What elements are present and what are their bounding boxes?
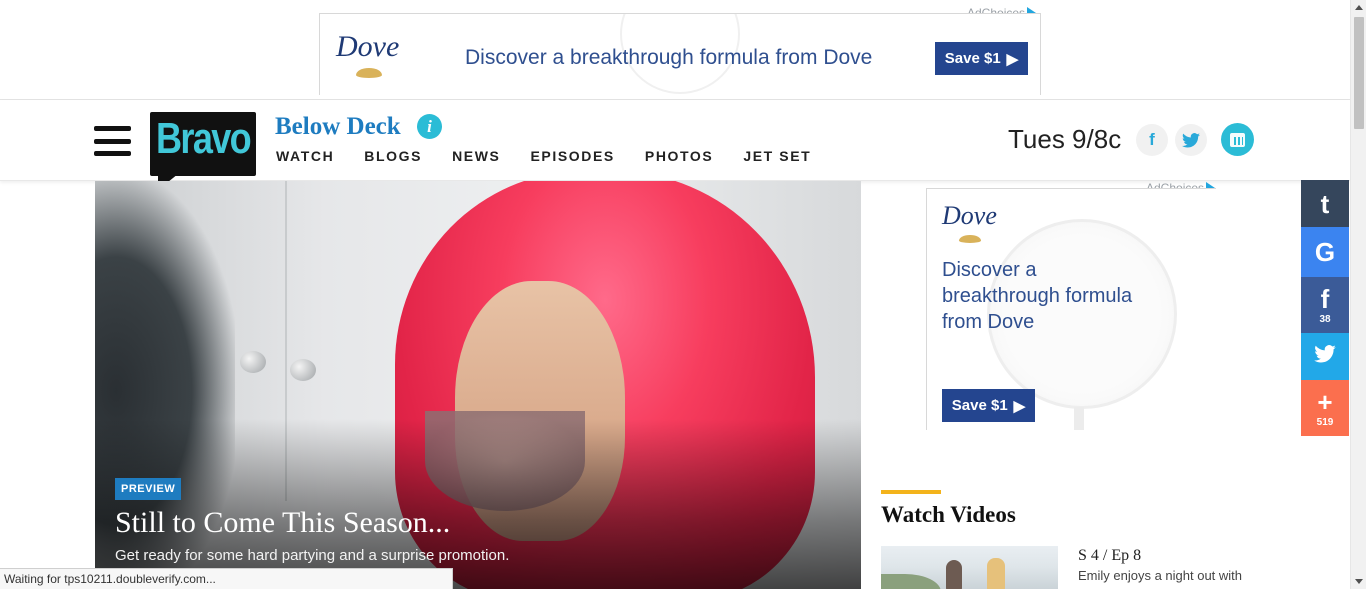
dove-logo: Dove	[336, 30, 400, 63]
twitter-share-button[interactable]	[1301, 333, 1349, 380]
calendar-icon[interactable]	[1221, 123, 1254, 156]
nav-blogs[interactable]: BLOGS	[364, 148, 422, 164]
watch-videos-heading: Watch Videos	[881, 502, 1016, 527]
play-arrow-icon: ▶	[1013, 397, 1026, 415]
hero-title[interactable]: Still to Come This Season...	[115, 506, 450, 540]
ad-save-button[interactable]: Save $1 ▶	[942, 389, 1035, 422]
video-episode-label[interactable]: S 4 / Ep 8	[1078, 547, 1141, 565]
menu-icon[interactable]	[94, 126, 131, 156]
play-arrow-icon: ▶	[1006, 50, 1019, 68]
nav-jet-set[interactable]: JET SET	[743, 148, 811, 164]
ad-save-button[interactable]: Save $1 ▶	[935, 42, 1028, 75]
cabinet-knob	[240, 351, 266, 373]
google-share-button[interactable]: G	[1301, 227, 1349, 277]
info-icon[interactable]: i	[417, 114, 442, 139]
scroll-down-icon[interactable]	[1355, 579, 1363, 584]
ad-save-label: Save $1	[951, 397, 1008, 414]
scroll-up-icon[interactable]	[1355, 5, 1363, 10]
twitter-icon	[1314, 345, 1336, 368]
google-icon: G	[1314, 237, 1336, 267]
nav-news[interactable]: NEWS	[452, 148, 500, 164]
ad-headline: Discover a breakthrough formula from Dov…	[465, 46, 873, 69]
tumblr-share-button[interactable]: t	[1301, 180, 1349, 227]
facebook-icon: f	[1320, 283, 1330, 314]
hero-feature[interactable]: PREVIEW Still to Come This Season... Get…	[95, 181, 861, 589]
share-rail: t G f 38 + 519	[1301, 180, 1349, 436]
dove-logo: Dove	[942, 201, 997, 230]
sidebar-ad[interactable]: Dove Discover a breakthrough formula fro…	[926, 188, 1216, 430]
browser-status-bar: Waiting for tps10211.doubleverify.com...	[0, 568, 453, 589]
airtime: Tues 9/8c	[1008, 124, 1122, 154]
top-ad-region: AdChoices Dove Discover a breakthrough f…	[0, 0, 1350, 100]
show-nav: WATCH BLOGS NEWS EPISODES PHOTOS JET SET	[276, 148, 841, 164]
video-thumbnail[interactable]	[881, 546, 1058, 589]
scrollbar-thumb[interactable]	[1354, 17, 1364, 129]
nav-photos[interactable]: PHOTOS	[645, 148, 713, 164]
dove-bird-icon	[356, 68, 382, 78]
facebook-share-button[interactable]: f 38	[1301, 277, 1349, 333]
twitter-icon[interactable]	[1175, 124, 1207, 156]
page: AdChoices Dove Discover a breakthrough f…	[0, 0, 1366, 589]
preview-badge: PREVIEW	[115, 478, 182, 500]
more-share-button[interactable]: + 519	[1301, 380, 1349, 436]
ad-headline: Discover a breakthrough formula from Dov…	[942, 259, 1133, 333]
bravo-logo[interactable]: Bravo	[150, 112, 256, 190]
dove-bird-icon	[959, 235, 981, 243]
nav-watch[interactable]: WATCH	[276, 148, 334, 164]
tumblr-icon: t	[1320, 188, 1330, 219]
total-share-count: 519	[1316, 416, 1334, 428]
top-banner-ad[interactable]: Dove Discover a breakthrough formula fro…	[319, 13, 1041, 95]
facebook-share-count: 38	[1319, 313, 1331, 325]
show-title[interactable]: Below Deck	[275, 113, 401, 141]
hero-subtitle: Get ready for some hard partying and a s…	[115, 547, 510, 564]
bravo-logo-text: Bravo	[156, 114, 252, 163]
video-description: Emily enjoys a night out with	[1078, 568, 1243, 583]
cabinet-knob	[290, 359, 316, 381]
facebook-icon[interactable]: f	[1136, 124, 1168, 156]
site-header: Bravo Below Deck i WATCH BLOGS NEWS EPIS…	[0, 100, 1350, 190]
ad-save-label: Save $1	[944, 50, 1001, 67]
vertical-scrollbar[interactable]	[1350, 0, 1366, 589]
section-accent-bar	[881, 490, 941, 494]
nav-episodes[interactable]: EPISODES	[530, 148, 614, 164]
plus-icon: +	[1317, 386, 1333, 417]
